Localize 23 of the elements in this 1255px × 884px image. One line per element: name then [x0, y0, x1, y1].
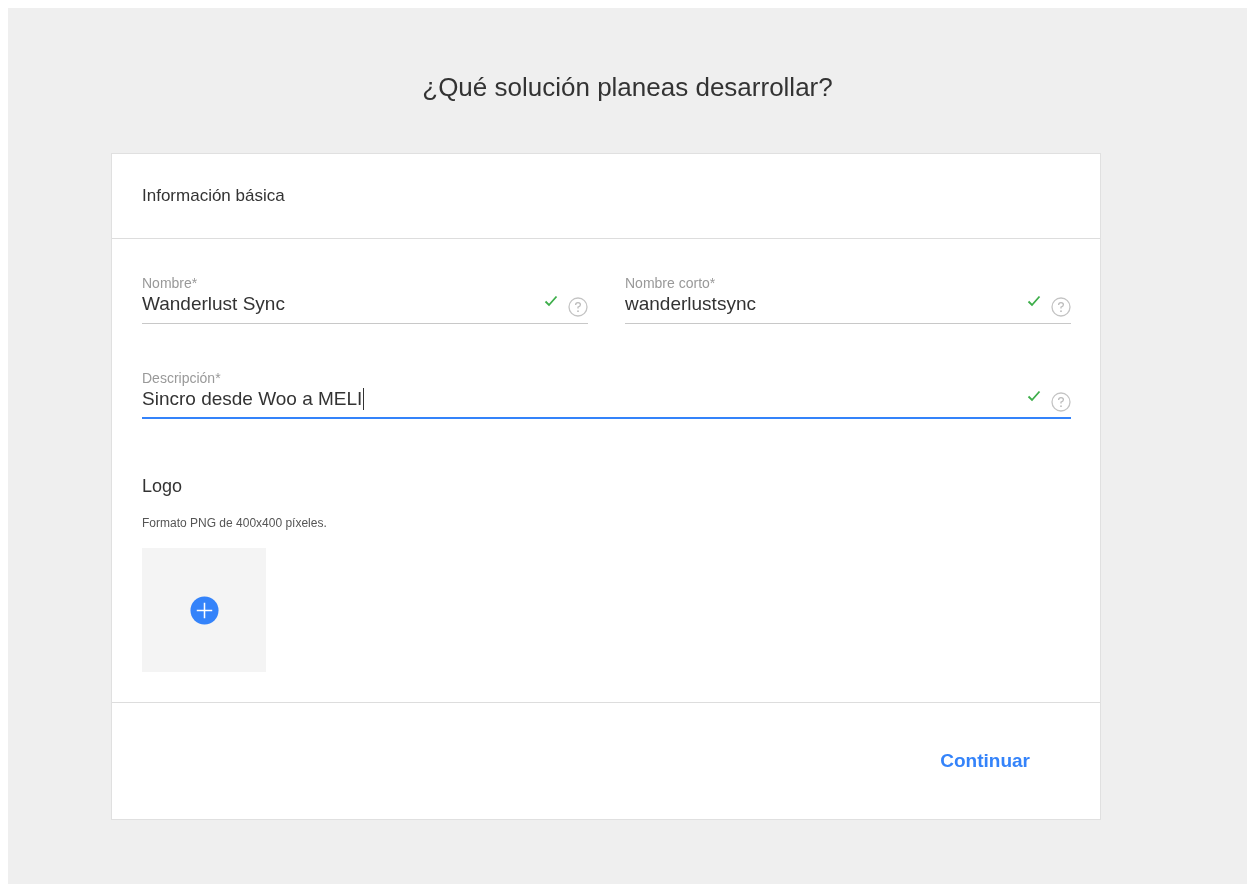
text-field[interactable]: Nombre* Wanderlust Sync [142, 275, 588, 324]
section-title: Información básica [142, 186, 285, 206]
check-icon [544, 295, 558, 307]
help-icon[interactable] [568, 297, 588, 317]
help-icon[interactable] [1051, 297, 1071, 317]
add-icon[interactable] [189, 595, 219, 625]
text-field[interactable]: Descripción* Sincro desde Woo a MELI [142, 370, 1071, 419]
field-value: Wanderlust Sync [142, 293, 285, 315]
check-icon [1027, 295, 1041, 307]
help-icon[interactable] [1051, 392, 1071, 412]
field-label: Nombre corto* [625, 275, 717, 291]
logo-title: Logo [142, 475, 184, 497]
field-label: Nombre* [142, 275, 199, 291]
continue-button[interactable]: Continuar [940, 746, 1030, 776]
check-icon [1027, 390, 1041, 402]
page-title: ¿Qué solución planeas desarrollar? [421, 71, 834, 104]
field-label: Descripción* [142, 370, 222, 386]
text-cursor [363, 388, 365, 410]
logo-upload-area[interactable] [142, 548, 266, 672]
text-field[interactable]: Nombre corto* wanderlustsync [625, 275, 1071, 324]
field-value: wanderlustsync [625, 293, 756, 315]
logo-hint: Formato PNG de 400x400 píxeles. [142, 516, 328, 530]
field-value: Sincro desde Woo a MELI [142, 388, 363, 410]
